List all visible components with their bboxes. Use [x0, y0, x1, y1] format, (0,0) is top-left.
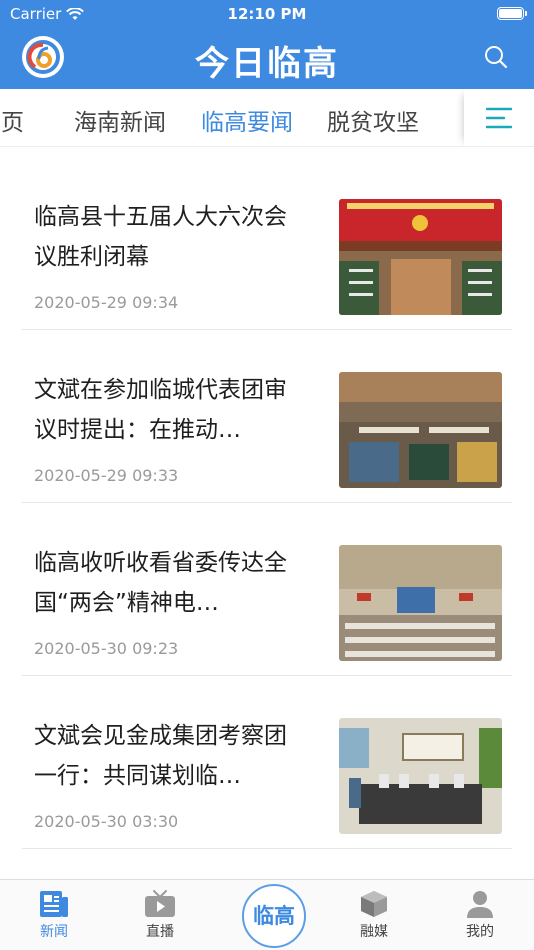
news-date: 2020-05-30 03:30: [34, 812, 179, 831]
center-button-label: 临高: [253, 903, 295, 928]
news-title[interactable]: 文斌会见金成集团考察团一行：共同谋划临…: [34, 716, 304, 796]
news-thumbnail[interactable]: [339, 718, 502, 834]
menu-button[interactable]: [464, 89, 534, 146]
news-title[interactable]: 临高收听收看省委传达全国“两会”精神电…: [34, 543, 304, 623]
app-header: Carrier 12:10 PM 今日临高: [0, 0, 534, 89]
battery-icon: [497, 7, 527, 20]
menu-icon: [486, 107, 512, 129]
tab-home[interactable]: 首页: [0, 103, 24, 137]
news-thumbnail[interactable]: [339, 545, 502, 661]
nav-live[interactable]: 直播: [120, 887, 200, 941]
nav-media[interactable]: 融媒: [334, 887, 414, 941]
cube-icon: [361, 891, 387, 917]
news-thumbnail[interactable]: [339, 199, 502, 315]
center-linggao-button[interactable]: 临高: [242, 884, 306, 948]
nav-media-label: 融媒: [360, 924, 388, 940]
nav-mine[interactable]: 我的: [440, 887, 520, 941]
nav-mine-label: 我的: [466, 924, 494, 940]
category-tabs: 首页 海南新闻 临高要闻 脱贫攻坚: [0, 89, 534, 147]
app-title: 今日临高: [195, 44, 339, 84]
tv-icon: [145, 890, 175, 917]
nav-news[interactable]: 新闻: [14, 887, 94, 941]
news-title[interactable]: 临高县十五届人大六次会议胜利闭幕: [34, 197, 304, 277]
news-item[interactable]: 临高收听收看省委传达全国“两会”精神电… 2020-05-30 09:23: [22, 503, 512, 676]
news-item[interactable]: 临高县十五届人大六次会议胜利闭幕 2020-05-29 09:34: [22, 157, 512, 330]
tab-hainan-news[interactable]: 海南新闻: [74, 103, 166, 137]
nav-live-label: 直播: [146, 924, 174, 940]
news-date: 2020-05-29 09:33: [34, 466, 179, 485]
news-item[interactable]: 文斌会见金成集团考察团一行：共同谋划临… 2020-05-30 03:30: [22, 676, 512, 849]
tab-poverty-alleviation[interactable]: 脱贫攻坚: [327, 103, 419, 137]
news-date: 2020-05-30 09:23: [34, 639, 179, 658]
news-title[interactable]: 文斌在参加临城代表团审议时提出：在推动…: [34, 370, 304, 450]
status-bar: Carrier 12:10 PM: [0, 0, 534, 28]
news-icon: [40, 891, 68, 917]
user-icon: [467, 891, 493, 918]
news-thumbnail[interactable]: [339, 372, 502, 488]
clock: 12:10 PM: [227, 5, 307, 23]
tab-linggao-news[interactable]: 临高要闻: [201, 103, 293, 137]
news-date: 2020-05-29 09:34: [34, 293, 179, 312]
search-icon[interactable]: [484, 45, 508, 69]
news-list: 临高县十五届人大六次会议胜利闭幕 2020-05-29 09:34 文斌在参加临…: [0, 157, 534, 849]
news-item[interactable]: 文斌在参加临城代表团审议时提出：在推动… 2020-05-29 09:33: [22, 330, 512, 503]
nav-news-label: 新闻: [40, 924, 68, 940]
